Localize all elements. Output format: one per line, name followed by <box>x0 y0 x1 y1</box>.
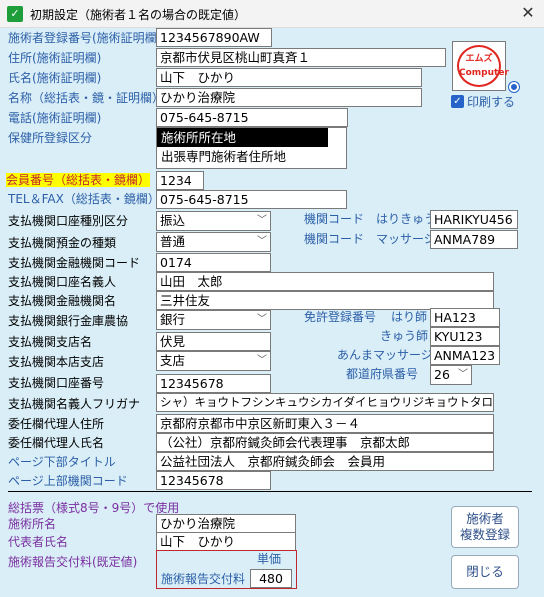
payment-type-select[interactable]: 振込 ﹀ <box>156 211 271 231</box>
print-checkbox-label: 印刷する <box>467 95 516 109</box>
tel-fax-input[interactable]: 075-645-8715 <box>156 190 347 209</box>
address-input[interactable]: 京都市伏見区桃山町真斉１ <box>156 48 446 67</box>
registration-no-input[interactable]: 1234567890AW <box>156 28 272 47</box>
app-icon: ✓ <box>7 6 23 22</box>
bank-kind-select[interactable]: 銀行 ﹀ <box>156 310 271 330</box>
prefecture-value: 26 <box>434 367 450 382</box>
fee-inner-label: 施術報告交付料 <box>161 572 246 586</box>
branch-name-label: 支払機関支店名 <box>8 335 93 349</box>
company-logo: エムズ Computer <box>457 45 509 87</box>
clinic-type-listbox[interactable]: 施術所所在地 出張専門施術者住所地 <box>156 127 347 169</box>
section-divider <box>8 491 532 492</box>
multi-practitioner-button[interactable]: 施術者 複数登録 <box>451 506 519 548</box>
multi-button-line2: 複数登録 <box>459 527 510 542</box>
account-holder-input[interactable]: 山田 太郎 <box>156 272 494 291</box>
phone-input[interactable]: 075-645-8715 <box>156 108 348 127</box>
clinic-name-label: 名称（総括表・鏡・証明欄） <box>8 91 165 105</box>
header-code-label: ページ上部機関コード <box>8 474 128 488</box>
logo-line2: Computer <box>459 68 509 78</box>
account-no-label: 支払機関口座番号 <box>8 376 105 390</box>
chevron-down-icon: ﹀ <box>257 355 267 366</box>
member-no-label: 会員番号（総括表・鏡欄） <box>6 173 151 188</box>
clinic-name-input[interactable]: ひかり治療院 <box>156 88 422 107</box>
summary-representative-label: 代表者氏名 <box>8 535 69 549</box>
harikyu-code-label: 機関コード はりきゅう <box>304 212 437 226</box>
harikyu-code-input[interactable]: HARIKYU456 <box>430 210 518 229</box>
payment-type-value: 振込 <box>160 213 186 228</box>
logo-radio[interactable] <box>509 82 519 92</box>
bank-code-label: 支払機関金融機関コード <box>8 256 141 270</box>
chevron-down-icon: ﹀ <box>458 369 468 380</box>
fee-label: 施術報告交付料(既定値) <box>8 555 138 569</box>
name-input[interactable]: 山下 ひかり <box>156 68 422 87</box>
chevron-down-icon: ﹀ <box>257 314 267 325</box>
massage-code-input[interactable]: ANMA789 <box>430 230 518 249</box>
branch-kind-value: 支店 <box>160 353 186 368</box>
branch-name-input[interactable]: 伏見 <box>156 332 271 351</box>
clinic-type-option-location[interactable]: 施術所所在地 <box>157 128 328 147</box>
prefecture-label: 都道府県番号 <box>346 367 419 381</box>
deposit-type-value: 普通 <box>160 234 186 249</box>
holder-kana-label: 支払機関名義人フリガナ <box>8 397 141 411</box>
bank-kind-label: 支払機関銀行金庫農協 <box>8 314 129 328</box>
footer-title-label: ページ下部タイトル <box>8 455 116 469</box>
address-label: 住所(施術証明欄) <box>8 51 102 65</box>
window-title: 初期設定（施術者１名の場合の既定値） <box>30 8 247 22</box>
summary-clinic-input[interactable]: ひかり治療院 <box>156 514 296 533</box>
deposit-type-label: 支払機関預金の種類 <box>8 236 117 250</box>
summary-representative-input[interactable]: 山下 ひかり <box>156 532 296 551</box>
close-window-icon[interactable]: ✕ <box>518 3 538 22</box>
kyu-label: きゅう師 <box>380 329 429 343</box>
anma-input[interactable]: ANMA123 <box>430 346 500 365</box>
name-label: 氏名(施術証明欄) <box>8 71 102 85</box>
clinic-type-label: 保健所登録区分 <box>8 131 93 145</box>
member-no-label-text: 会員番号（総括表・鏡欄） <box>6 173 151 187</box>
holder-kana-input[interactable]: シャ）キョウトフシンキュウシカイダイヒョウリジキョウトタロウ <box>156 393 494 412</box>
title-bar: ✓ 初期設定（施術者１名の場合の既定値） ✕ <box>0 0 544 28</box>
kyu-input[interactable]: KYU123 <box>430 327 500 346</box>
member-no-input[interactable]: 1234 <box>156 171 204 190</box>
fee-unit-label: 単価 <box>257 552 282 566</box>
agent-address-label: 委任欄代理人住所 <box>8 417 105 431</box>
account-no-input[interactable]: 12345678 <box>156 374 271 393</box>
summary-heading: 総括票（様式8号・9号）で使用 <box>8 501 180 515</box>
print-checkbox[interactable]: ✓ <box>451 95 464 108</box>
header-code-input[interactable]: 12345678 <box>156 471 271 490</box>
account-holder-label: 支払機関口座名義人 <box>8 275 117 289</box>
footer-title-input[interactable]: 公益社団法人 京都府鍼灸師会 会員用 <box>156 452 494 471</box>
logo-box[interactable]: エムズ Computer <box>452 41 509 91</box>
tel-fax-label: TEL＆FAX（総括表・鏡欄） <box>8 192 160 206</box>
bank-kind-value: 銀行 <box>160 312 186 327</box>
branch-kind-label: 支払機関本店支店 <box>8 355 105 369</box>
branch-kind-select[interactable]: 支店 ﹀ <box>156 351 271 371</box>
chevron-down-icon: ﹀ <box>257 215 267 226</box>
agent-address-input[interactable]: 京都府京都市中京区新町東入３－４ <box>156 414 494 433</box>
massage-code-label: 機関コード マッサージ <box>304 232 436 246</box>
hari-label: はり師 <box>391 310 428 324</box>
registration-no-label: 施術者登録番号(施術証明欄) <box>8 31 162 45</box>
bank-code-input[interactable]: 0174 <box>156 253 271 272</box>
exempt-no-label: 免許登録番号 <box>304 310 377 324</box>
prefecture-select[interactable]: 26 ﹀ <box>430 365 472 385</box>
agent-name-input[interactable]: （公社）京都府鍼灸師会代表理事 京都太郎 <box>156 433 494 452</box>
chevron-down-icon: ﹀ <box>257 236 267 247</box>
close-button[interactable]: 閉じる <box>451 555 519 589</box>
logo-line1: エムズ <box>465 54 493 64</box>
phone-label: 電話(施術証明欄) <box>8 111 102 125</box>
anma-label: あんまマッサージ <box>337 348 433 362</box>
multi-button-line1: 施術者 <box>466 511 504 526</box>
payment-type-label: 支払機関口座種別区分 <box>8 214 129 228</box>
clinic-type-option-mobile[interactable]: 出張専門施術者住所地 <box>157 147 346 166</box>
bank-name-label: 支払機関金融機関名 <box>8 294 117 308</box>
hari-input[interactable]: HA123 <box>430 308 500 327</box>
fee-input[interactable]: 480 <box>250 569 292 588</box>
summary-clinic-label: 施術所名 <box>8 517 57 531</box>
agent-name-label: 委任欄代理人氏名 <box>8 436 105 450</box>
deposit-type-select[interactable]: 普通 ﹀ <box>156 232 271 252</box>
